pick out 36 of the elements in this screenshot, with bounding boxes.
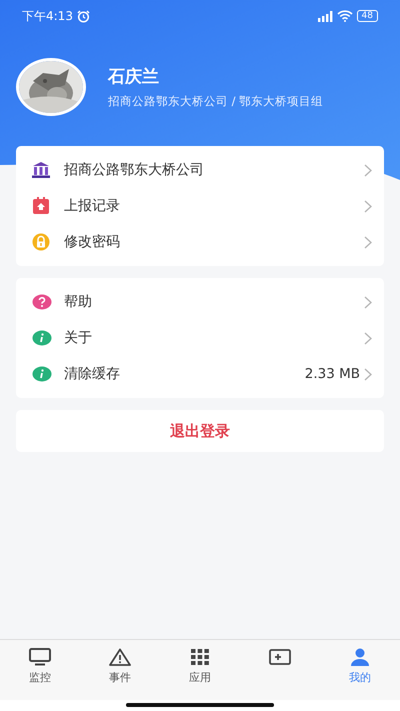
- info-icon: [32, 330, 52, 346]
- menu-item[interactable]: 帮助: [16, 284, 384, 320]
- menu-item[interactable]: 清除缓存 2.33 MB: [16, 356, 384, 392]
- chevron-icon: [364, 164, 372, 176]
- alarm-icon: [76, 10, 90, 22]
- tab[interactable]: 应用: [160, 648, 240, 700]
- cache-size: 2.33 MB: [304, 366, 360, 382]
- tab[interactable]: 监控: [0, 648, 80, 700]
- info-icon: [32, 366, 52, 382]
- chevron-icon: [364, 236, 372, 248]
- logout-button[interactable]: 退出登录: [16, 410, 384, 452]
- chevron-icon: [364, 332, 372, 344]
- menu-item[interactable]: 关于: [16, 320, 384, 356]
- person-icon: [350, 648, 370, 666]
- tab[interactable]: 我的: [320, 648, 400, 700]
- menu-item[interactable]: 上报记录: [16, 188, 384, 224]
- chevron-icon: [364, 368, 372, 380]
- organization-text: 招商公路鄂东大桥公司 / 鄂东大桥项目组: [108, 94, 324, 109]
- status-time: 下午4:13: [22, 8, 73, 24]
- lock-icon: [32, 233, 50, 251]
- help-icon: [32, 294, 52, 310]
- user-name: 石庆兰: [108, 66, 160, 88]
- wifi-icon: [336, 10, 353, 22]
- grid-icon: [191, 648, 209, 666]
- report-icon: [32, 197, 50, 215]
- chevron-icon: [364, 200, 372, 212]
- menu-item[interactable]: 招商公路鄂东大桥公司: [16, 152, 384, 188]
- ticket-icon: [269, 648, 291, 666]
- menu-item[interactable]: 修改密码: [16, 224, 384, 260]
- bank-icon: [32, 162, 50, 178]
- battery-level: 48: [356, 10, 378, 22]
- signal-icon: [316, 10, 333, 22]
- monitor-icon: [29, 648, 51, 666]
- warning-icon: [109, 648, 131, 666]
- tab[interactable]: 事件: [80, 648, 160, 700]
- chevron-icon: [364, 296, 372, 308]
